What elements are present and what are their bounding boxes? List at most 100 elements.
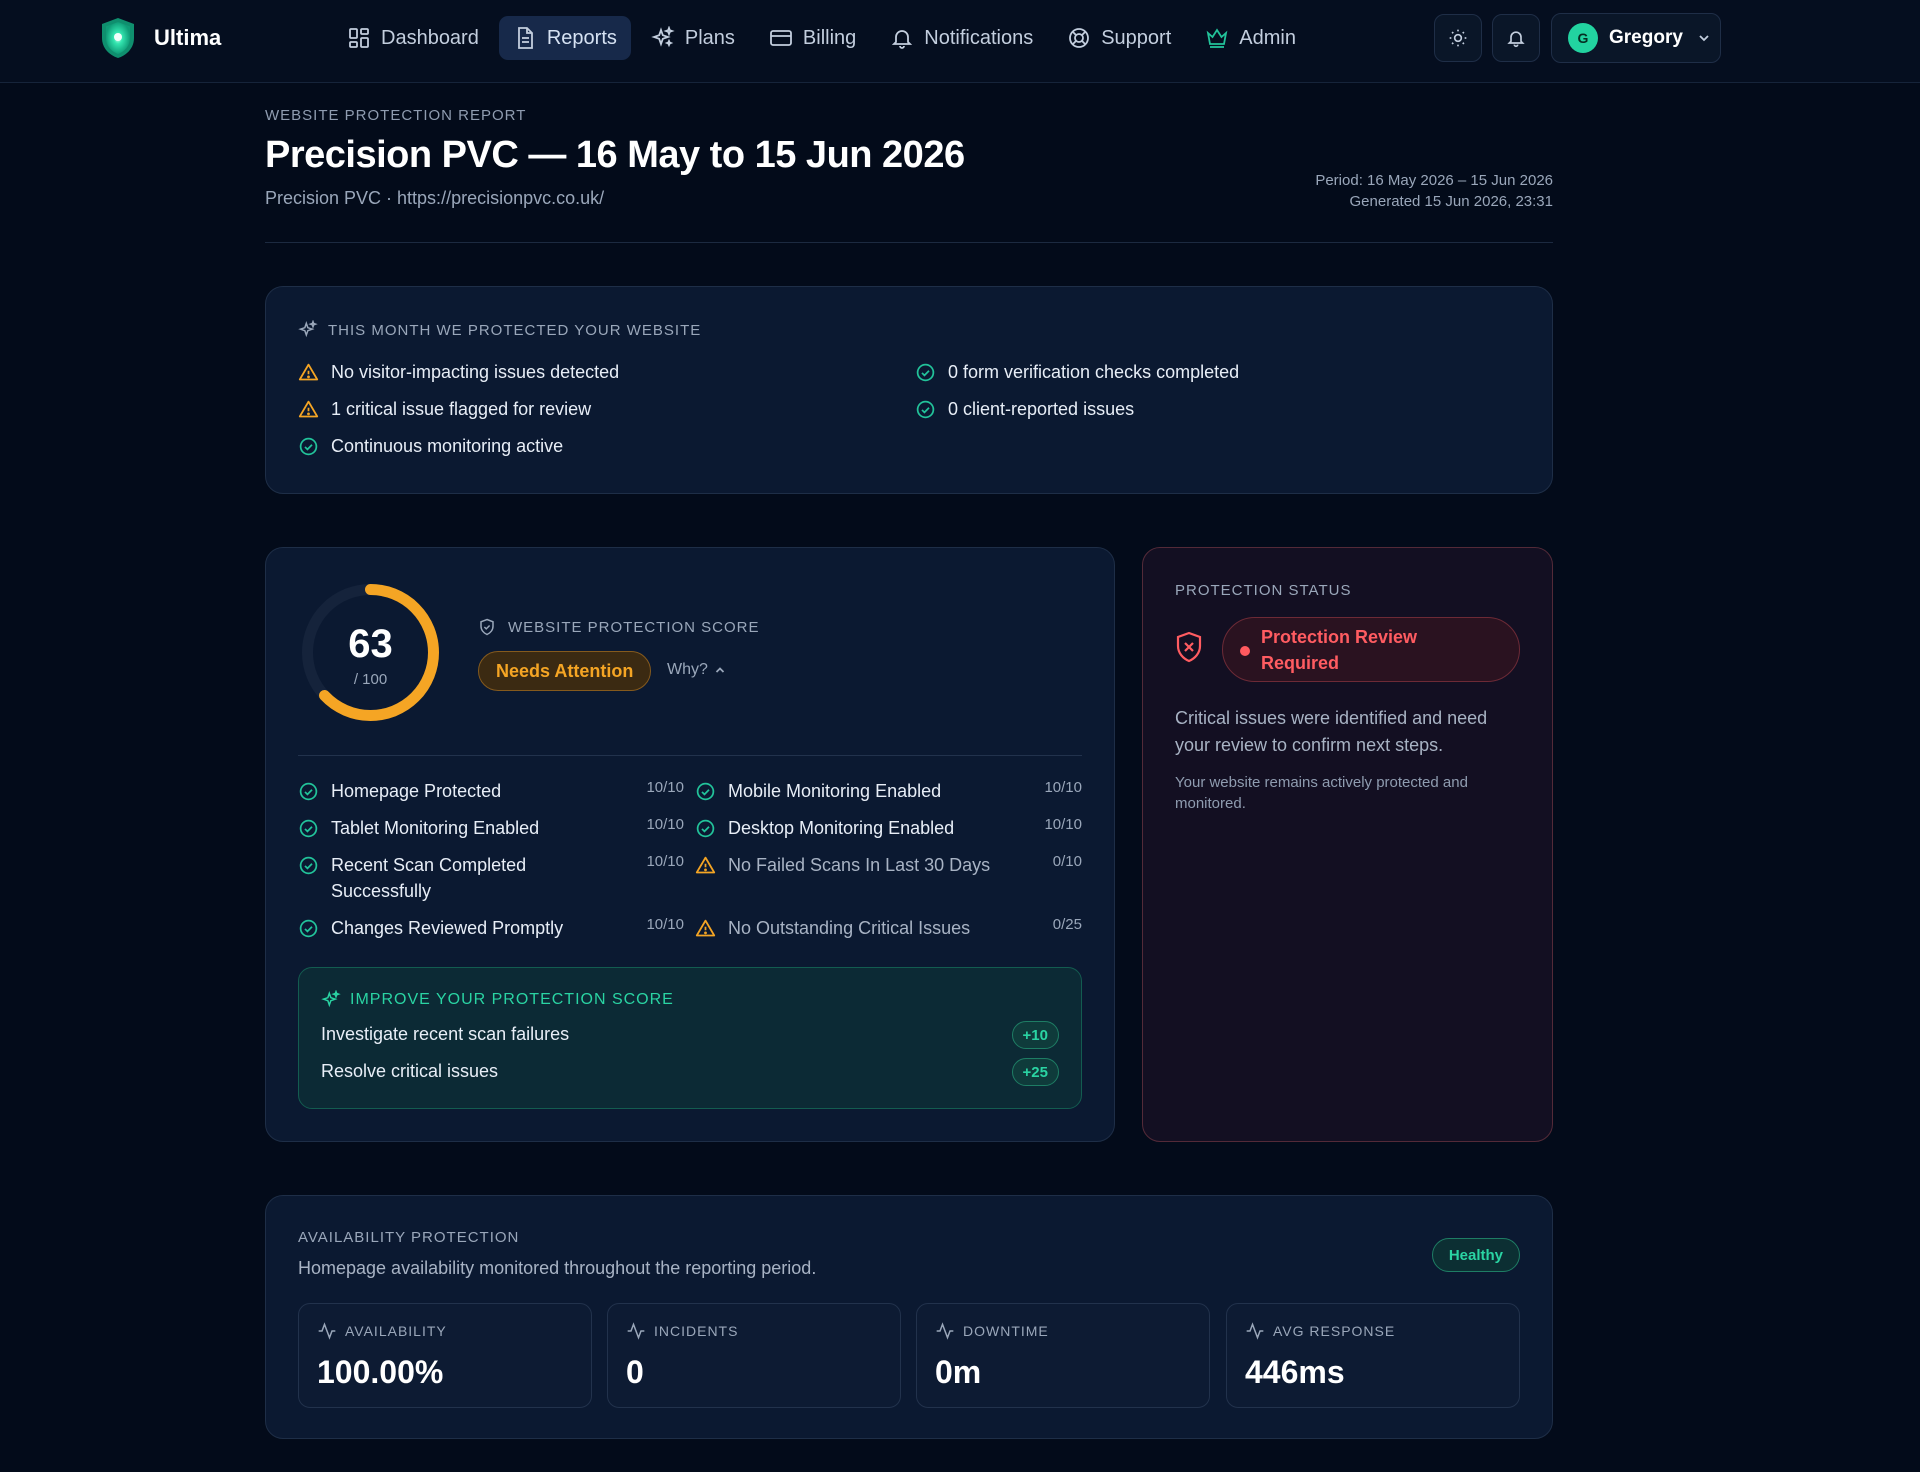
check-points: 10/10 <box>1044 816 1082 833</box>
sun-icon <box>1449 29 1467 47</box>
metric-incidents: INCIDENTS 0 <box>607 1303 901 1408</box>
top-navigation-bar: Ultima Dashboard Reports Plans Billing N… <box>0 0 1920 83</box>
theme-toggle-button[interactable] <box>1434 14 1482 62</box>
availability-heading: AVAILABILITY PROTECTION <box>298 1229 520 1246</box>
warning-icon <box>695 919 716 937</box>
metric-value: 0 <box>626 1354 644 1390</box>
score-max: / 100 <box>353 671 388 688</box>
warning-icon <box>298 363 319 381</box>
check-points: 10/10 <box>646 779 684 796</box>
nav-label: Admin <box>1239 26 1296 49</box>
status-description: Critical issues were identified and need… <box>1175 708 1488 755</box>
shield-alert-icon <box>1176 631 1202 663</box>
score-heading-label: WEBSITE PROTECTION SCORE <box>508 618 760 636</box>
improve-points-badge: +25 <box>1011 1058 1059 1086</box>
bell-icon <box>1507 31 1525 48</box>
app-name: Ultima <box>154 25 222 50</box>
metric-label: AVAILABILITY <box>345 1323 447 1339</box>
metric-heading: AVG RESPONSE <box>1245 1321 1395 1341</box>
chevron-down-icon <box>1699 35 1709 42</box>
notifications-button[interactable] <box>1492 14 1540 62</box>
lifebuoy-icon <box>1069 28 1090 48</box>
warning-icon <box>298 400 319 418</box>
check-label: Changes Reviewed Promptly <box>331 918 564 938</box>
nav-support[interactable]: Support <box>1053 16 1185 60</box>
report-period: Period: 16 May 2026 – 15 Jun 2026 <box>1315 172 1553 189</box>
score-check-row: No Failed Scans In Last 30 Days <box>695 852 1015 878</box>
score-check-row: Desktop Monitoring Enabled <box>695 815 995 841</box>
check-circle-icon <box>299 819 318 838</box>
nav-dashboard[interactable]: Dashboard <box>333 16 493 60</box>
check-circle-icon <box>696 819 715 838</box>
check-circle-icon <box>299 856 318 875</box>
document-icon <box>517 27 533 49</box>
status-badge-text: Protection Review Required <box>1261 626 1418 673</box>
monthly-protection-summary-card: THIS MONTH WE PROTECTED YOUR WEBSITE No … <box>265 286 1553 494</box>
nav-billing[interactable]: Billing <box>755 16 870 60</box>
nav-admin[interactable]: Admin <box>1191 16 1310 60</box>
report-meta: Period: 16 May 2026 – 15 Jun 2026 Genera… <box>1315 170 1553 212</box>
page-title: Precision PVC — 16 May to 15 Jun 2026 <box>265 134 965 176</box>
check-circle-icon <box>916 400 935 419</box>
activity-icon <box>627 1322 645 1340</box>
check-points: 10/10 <box>646 816 684 833</box>
check-label: Recent Scan Completed Successfully <box>331 855 527 901</box>
check-points: 10/10 <box>646 916 684 933</box>
bell-icon <box>892 30 913 49</box>
improve-item[interactable]: Investigate recent scan failures <box>321 1024 569 1045</box>
report-kicker: WEBSITE PROTECTION REPORT <box>265 107 527 124</box>
nav-notifications[interactable]: Notifications <box>876 16 1047 60</box>
check-label: Mobile Monitoring Enabled <box>728 781 942 801</box>
score-value: 63 <box>348 622 393 666</box>
check-circle-icon <box>299 782 318 801</box>
check-points: 0/25 <box>1052 916 1082 933</box>
improve-score-box: IMPROVE YOUR PROTECTION SCORE Investigat… <box>298 967 1082 1109</box>
improve-heading: IMPROVE YOUR PROTECTION SCORE <box>321 990 674 1010</box>
check-label: Tablet Monitoring Enabled <box>331 818 540 838</box>
shield-logo-icon <box>102 18 134 58</box>
healthy-badge: Healthy <box>1431 1238 1520 1272</box>
score-check-row: Mobile Monitoring Enabled <box>695 778 995 804</box>
protection-status-card: PROTECTION STATUS Protection Review Requ… <box>1142 547 1553 1142</box>
nav-label: Support <box>1101 26 1172 49</box>
metric-value: 0m <box>935 1354 982 1390</box>
metric-heading: DOWNTIME <box>935 1321 1049 1341</box>
check-circle-icon <box>299 919 318 938</box>
nav-label: Reports <box>546 26 617 49</box>
check-circle-icon <box>696 782 715 801</box>
check-circle-icon <box>299 437 318 456</box>
why-toggle-button[interactable]: Why? <box>667 661 726 679</box>
activity-icon <box>936 1322 954 1340</box>
metric-heading: INCIDENTS <box>626 1321 738 1341</box>
improve-item[interactable]: Resolve critical issues <box>321 1061 498 1082</box>
sparkles-icon <box>651 26 675 48</box>
summary-item-text: 0 client-reported issues <box>948 399 1135 419</box>
avatar: G <box>1568 23 1598 53</box>
sparkles-icon <box>321 990 341 1008</box>
summary-item-text: No visitor-impacting issues detected <box>331 362 620 382</box>
activity-icon <box>318 1322 336 1340</box>
summary-item: 1 critical issue flagged for review <box>298 399 591 420</box>
summary-item: No visitor-impacting issues detected <box>298 362 619 383</box>
score-check-row: Homepage Protected <box>298 778 598 804</box>
metric-label: DOWNTIME <box>963 1323 1049 1339</box>
nav-plans[interactable]: Plans <box>637 16 749 60</box>
metric-downtime: DOWNTIME 0m <box>916 1303 1210 1408</box>
metric-avg-response: AVG RESPONSE 446ms <box>1226 1303 1520 1408</box>
crown-icon <box>1206 28 1228 48</box>
divider <box>265 242 1553 243</box>
metric-label: AVG RESPONSE <box>1273 1323 1396 1339</box>
check-label: No Outstanding Critical Issues <box>728 918 971 938</box>
availability-protection-card: AVAILABILITY PROTECTION Homepage availab… <box>265 1195 1553 1439</box>
summary-item-text: 1 critical issue flagged for review <box>331 399 592 419</box>
metric-label: INCIDENTS <box>654 1323 739 1339</box>
nav-label: Dashboard <box>381 26 479 49</box>
nav-reports[interactable]: Reports <box>498 16 631 60</box>
status-badge: Protection Review Required <box>1222 617 1520 682</box>
divider <box>298 755 1082 756</box>
brand[interactable]: Ultima <box>100 16 221 60</box>
check-points: 10/10 <box>1044 779 1082 796</box>
metric-value: 446ms <box>1245 1354 1345 1390</box>
user-menu-button[interactable]: G Gregory <box>1551 13 1721 63</box>
nav-label: Billing <box>802 26 857 49</box>
